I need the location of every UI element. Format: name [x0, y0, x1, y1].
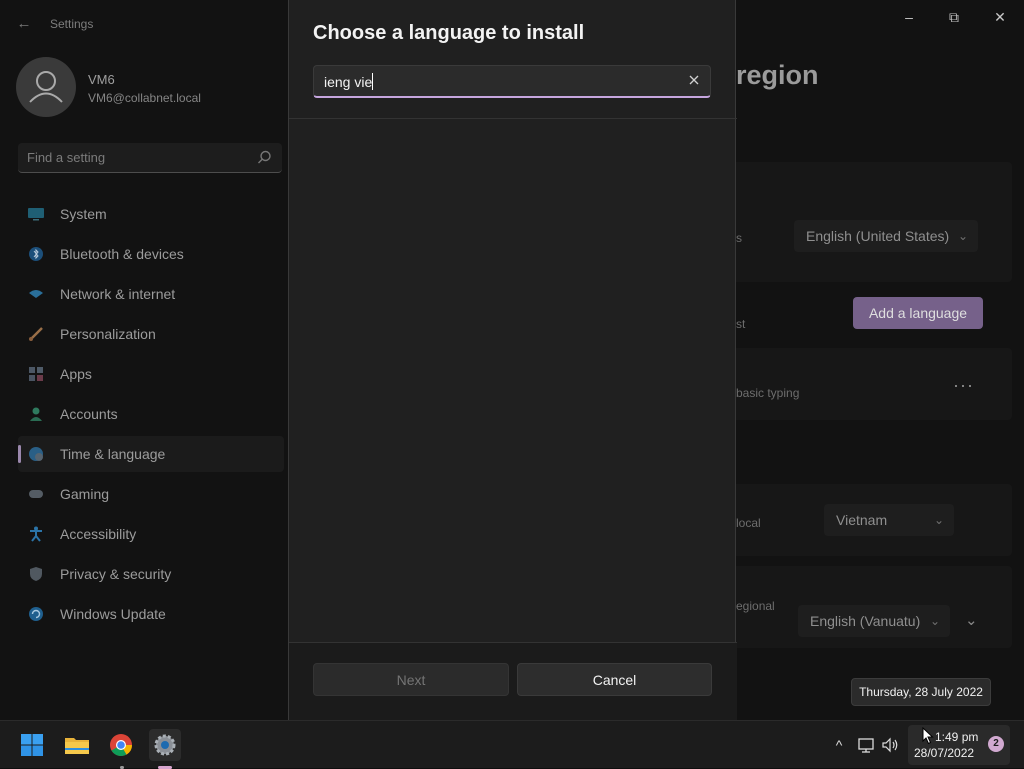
folder-icon [65, 738, 89, 754]
sidebar-item-label: Bluetooth & devices [60, 246, 184, 262]
page-title: region [736, 60, 819, 90]
maximize-button[interactable]: ⧉ [936, 6, 972, 28]
add-language-button[interactable]: Add a language [853, 297, 983, 329]
close-window-button[interactable]: ✕ [982, 6, 1018, 28]
brush-icon [29, 327, 43, 341]
dialog-footer: Next Cancel [289, 642, 737, 720]
mouse-cursor-icon [922, 727, 934, 745]
user-name: VM6 [88, 72, 115, 87]
settings-app-button[interactable] [149, 729, 181, 769]
windows-logo-icon [21, 734, 43, 756]
display-language-value: English (United States) [806, 228, 950, 244]
person-icon [30, 407, 42, 421]
search-text: ieng vie [324, 74, 373, 90]
chevron-down-icon: ⌄ [957, 229, 968, 243]
start-button[interactable] [16, 729, 48, 761]
bluetooth-icon [29, 247, 43, 261]
taskbar: ^ 1:49 pm 28/07/2022 2 [0, 720, 1024, 769]
globe-clock-icon [29, 447, 43, 461]
accessibility-icon [30, 526, 42, 542]
dialog-title: Choose a language to install [313, 22, 585, 44]
network-icon [858, 738, 874, 753]
wifi-icon [29, 290, 43, 298]
sidebar-item-label: Personalization [60, 326, 156, 342]
sidebar-item-label: Accessibility [60, 526, 137, 542]
country-value: Vietnam [836, 512, 888, 528]
sidebar-item-accessibility[interactable]: Accessibility [18, 516, 284, 552]
person-avatar-icon [29, 71, 63, 103]
settings-window: ← Settings – ⧉ ✕ VM6 VM6@collabnet.local… [0, 0, 1024, 720]
chrome-icon [110, 734, 132, 756]
sidebar-item-label: Time & language [60, 446, 166, 462]
monitor-icon [28, 208, 44, 221]
sidebar-item-label: Apps [60, 366, 92, 382]
shield-icon [30, 567, 42, 581]
expand-chevron-icon[interactable]: ⌄ [965, 611, 978, 629]
sidebar-item-system[interactable]: System [18, 196, 284, 232]
country-label: local [736, 516, 761, 530]
chrome-button[interactable] [105, 729, 137, 769]
clear-icon[interactable] [687, 73, 701, 87]
sidebar-item-windows-update[interactable]: Windows Update [18, 596, 284, 632]
display-language-dropdown[interactable]: English (United States) ⌄ [794, 220, 978, 252]
clock-date: 28/07/2022 [914, 746, 975, 760]
sidebar-item-label: Network & internet [60, 286, 176, 302]
minimize-button[interactable]: – [891, 6, 927, 28]
text-caret [372, 73, 374, 90]
sidebar-item-gaming[interactable]: Gaming [18, 476, 284, 512]
cancel-button[interactable]: Cancel [517, 663, 712, 696]
chevron-down-icon: ⌄ [933, 513, 944, 527]
gear-icon [154, 734, 176, 756]
gamepad-icon [29, 490, 43, 498]
sidebar-item-apps[interactable]: Apps [18, 356, 284, 392]
regional-format-label: egional [736, 599, 775, 613]
file-explorer-button[interactable] [61, 729, 93, 761]
show-hidden-icons-button[interactable]: ^ [829, 735, 849, 755]
sidebar-item-label: Gaming [60, 486, 110, 502]
sidebar-item-label: System [60, 206, 107, 222]
more-options-button[interactable]: ··· [953, 375, 974, 396]
search-input[interactable]: Find a setting [18, 143, 282, 173]
language-search-input[interactable]: ieng vie [313, 65, 711, 98]
dialog-divider [289, 118, 737, 119]
regional-format-dropdown[interactable]: English (Vanuatu) ⌄ [798, 605, 950, 637]
update-icon [29, 607, 43, 621]
user-email: VM6@collabnet.local [88, 91, 201, 105]
sidebar-item-personalization[interactable]: Personalization [18, 316, 284, 352]
network-tray-button[interactable] [856, 735, 876, 755]
app-title: Settings [50, 17, 94, 31]
volume-icon [882, 737, 898, 753]
clock-time: 1:49 pm [935, 730, 979, 744]
chevron-down-icon: ⌄ [929, 614, 940, 628]
language-entry-note: basic typing [736, 386, 800, 400]
avatar[interactable] [16, 57, 76, 117]
sidebar-item-network[interactable]: Network & internet [18, 276, 284, 312]
volume-tray-button[interactable] [880, 735, 900, 755]
choose-language-dialog: Choose a language to install ieng vie Ne… [288, 0, 737, 720]
back-button[interactable]: ← [14, 14, 34, 34]
apps-icon [29, 367, 43, 381]
country-dropdown[interactable]: Vietnam ⌄ [824, 504, 954, 536]
selection-indicator [18, 445, 21, 463]
sidebar-item-time-language[interactable]: Time & language [18, 436, 284, 472]
sidebar-item-bluetooth[interactable]: Bluetooth & devices [18, 236, 284, 272]
sidebar-item-privacy[interactable]: Privacy & security [18, 556, 284, 592]
search-placeholder: Find a setting [27, 150, 106, 165]
regional-format-value: English (Vanuatu) [810, 613, 921, 629]
display-language-label: s [736, 231, 742, 245]
notification-badge[interactable]: 2 [988, 736, 1004, 752]
language-search-value: ieng vie [324, 73, 374, 90]
preferred-languages-label: st [736, 317, 746, 331]
sidebar-item-label: Windows Update [60, 606, 166, 622]
sidebar: VM6 VM6@collabnet.local Find a setting S… [0, 48, 288, 720]
date-tooltip: Thursday, 28 July 2022 [851, 678, 991, 706]
next-button[interactable]: Next [313, 663, 509, 696]
sidebar-item-accounts[interactable]: Accounts [18, 396, 284, 432]
sidebar-item-label: Privacy & security [60, 566, 172, 582]
sidebar-item-label: Accounts [60, 406, 118, 422]
search-icon[interactable] [257, 150, 272, 165]
